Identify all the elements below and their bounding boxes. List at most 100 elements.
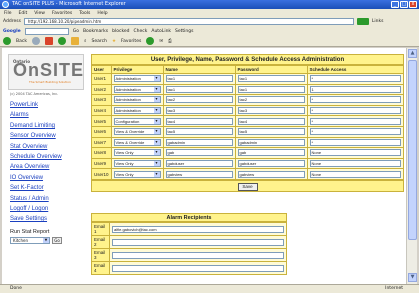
back-label[interactable]: Back bbox=[16, 39, 27, 44]
email-field[interactable] bbox=[112, 238, 284, 246]
schedule-access-input[interactable]: 1 bbox=[309, 85, 401, 93]
email-field[interactable] bbox=[112, 264, 284, 272]
password-input[interactable]: tac1 bbox=[237, 75, 305, 83]
chevron-down-icon: ▼ bbox=[153, 139, 160, 145]
links-label[interactable]: Links bbox=[372, 19, 384, 24]
privilege-select[interactable]: View & Override ▼ bbox=[113, 128, 161, 136]
email-field[interactable]: alfie.gabovich@tac.com bbox=[112, 225, 284, 233]
email-field[interactable] bbox=[112, 251, 284, 259]
menu-edit[interactable]: Edit bbox=[19, 11, 28, 16]
home-icon[interactable] bbox=[70, 37, 79, 45]
alarm-recipient-row: Email 2 bbox=[91, 235, 287, 249]
name-input[interactable]: tac4 bbox=[165, 117, 233, 125]
forward-icon[interactable] bbox=[31, 37, 40, 45]
nav-powerlink[interactable]: PowerLink bbox=[8, 100, 84, 110]
chevron-down-icon: ▼ bbox=[153, 161, 160, 167]
back-icon[interactable] bbox=[3, 37, 11, 45]
name-input[interactable]: tac1 bbox=[165, 75, 233, 83]
nav-save-settings[interactable]: Save Settings bbox=[8, 214, 84, 224]
name-input[interactable]: tac3 bbox=[165, 107, 233, 115]
mail-icon[interactable]: ✉ bbox=[159, 39, 163, 44]
password-input[interactable]: tac1 bbox=[237, 85, 305, 93]
nav-alarms[interactable]: Alarms bbox=[8, 110, 84, 120]
schedule-access-input[interactable]: * bbox=[309, 138, 401, 146]
nav-logoff-logon[interactable]: Logoff / Logon bbox=[8, 204, 84, 214]
google-search-input[interactable] bbox=[24, 27, 69, 35]
menu-file[interactable]: File bbox=[4, 11, 12, 16]
search-label[interactable]: Search bbox=[91, 39, 106, 44]
schedule-access-input[interactable]: * bbox=[309, 117, 401, 125]
privilege-select[interactable]: Administration ▼ bbox=[113, 107, 161, 115]
stop-icon[interactable] bbox=[44, 37, 53, 45]
schedule-access-input[interactable]: * bbox=[309, 96, 401, 104]
password-input[interactable]: gabadmin bbox=[237, 138, 305, 146]
password-input[interactable]: gabduser bbox=[237, 160, 305, 168]
nav-stat-overview[interactable]: Stat Overview bbox=[8, 142, 84, 152]
privilege-select[interactable]: Administration ▼ bbox=[113, 96, 161, 104]
name-input[interactable]: gabduser bbox=[165, 160, 233, 168]
privilege-select[interactable]: View Only ▼ bbox=[113, 149, 161, 157]
bookmarks-button[interactable]: Bookmarks bbox=[83, 29, 108, 34]
schedule-access-input[interactable]: * bbox=[309, 107, 401, 115]
nav-io-overview[interactable]: IO Overview bbox=[8, 173, 84, 183]
schedule-access-input[interactable]: None bbox=[309, 149, 401, 157]
autolink-button[interactable]: AutoLink bbox=[151, 29, 171, 34]
scroll-up-icon[interactable]: ▲ bbox=[408, 49, 417, 58]
name-input[interactable]: gabadmin bbox=[165, 138, 233, 146]
name-input[interactable]: gab bbox=[165, 149, 233, 157]
media-icon[interactable] bbox=[146, 37, 155, 45]
password-input[interactable]: tac5 bbox=[237, 128, 305, 136]
user-id-cell: User9 bbox=[91, 157, 112, 170]
menu-tools[interactable]: Tools bbox=[79, 11, 90, 16]
schedule-access-input[interactable]: * bbox=[309, 128, 401, 136]
save-button[interactable]: Save bbox=[237, 182, 258, 191]
privilege-select[interactable]: Administration ▼ bbox=[113, 75, 161, 83]
privilege-select[interactable]: Administration ▼ bbox=[113, 85, 161, 93]
table-row: User10 View Only ▼ gabview gabview None bbox=[91, 168, 405, 180]
search-icon[interactable]: ⌕ bbox=[84, 38, 87, 44]
address-input[interactable]: http://192.168.10.20/pipeadmin.htm bbox=[23, 18, 354, 25]
nav-area-overview[interactable]: Area Overview bbox=[8, 162, 84, 172]
run-report-select[interactable]: Kitchen ▼ bbox=[10, 236, 50, 244]
password-input[interactable]: tac4 bbox=[237, 117, 305, 125]
settings-button[interactable]: Settings bbox=[175, 29, 193, 34]
scroll-down-icon[interactable]: ▼ bbox=[408, 273, 417, 282]
print-icon[interactable]: ⎙ bbox=[168, 38, 172, 44]
popup-blocked-label[interactable]: blocked bbox=[112, 29, 129, 34]
run-report-go-button[interactable]: Go bbox=[52, 236, 62, 244]
scroll-thumb[interactable] bbox=[408, 60, 417, 240]
nav-set-k-factor[interactable]: Set K-Factor bbox=[8, 183, 84, 193]
schedule-access-input[interactable]: None bbox=[309, 160, 401, 168]
password-input[interactable]: tac3 bbox=[237, 107, 305, 115]
name-input[interactable]: gabview bbox=[165, 170, 233, 178]
nav-sensor-overview[interactable]: Sensor Overview bbox=[8, 131, 84, 141]
password-input[interactable]: gab bbox=[237, 149, 305, 157]
nav-schedule-overview[interactable]: Schedule Overview bbox=[8, 152, 84, 162]
name-input[interactable]: tac1 bbox=[165, 85, 233, 93]
google-go-button[interactable]: Go bbox=[73, 29, 79, 34]
close-button[interactable]: x bbox=[409, 1, 417, 8]
go-button[interactable] bbox=[356, 18, 369, 25]
name-input[interactable]: tac2 bbox=[165, 96, 233, 104]
privilege-select[interactable]: Configuration ▼ bbox=[113, 117, 161, 125]
nav-status-admin[interactable]: Status / Admin bbox=[8, 194, 84, 204]
privilege-select[interactable]: View Only ▼ bbox=[113, 170, 161, 178]
maximize-button[interactable]: □ bbox=[400, 1, 408, 8]
schedule-access-input[interactable]: None bbox=[309, 170, 401, 178]
favorites-label[interactable]: Favorites bbox=[121, 39, 141, 44]
privilege-select[interactable]: View Only ▼ bbox=[113, 160, 161, 168]
privilege-select[interactable]: View & Override ▼ bbox=[113, 138, 161, 146]
nav-demand-limiting[interactable]: Demand Limiting bbox=[8, 121, 84, 131]
vertical-scrollbar[interactable]: ▲ ▼ bbox=[406, 48, 417, 284]
favorites-icon[interactable]: ★ bbox=[112, 39, 116, 44]
password-input[interactable]: gabview bbox=[237, 170, 305, 178]
password-input[interactable]: tac2 bbox=[237, 96, 305, 104]
minimize-button[interactable]: _ bbox=[391, 1, 399, 8]
name-input[interactable]: tac5 bbox=[165, 128, 233, 136]
refresh-icon[interactable] bbox=[57, 37, 66, 45]
schedule-access-input[interactable]: * bbox=[309, 75, 401, 83]
check-button[interactable]: Check bbox=[134, 29, 148, 34]
menu-view[interactable]: View bbox=[34, 11, 45, 16]
menu-help[interactable]: Help bbox=[97, 11, 107, 16]
menu-favorites[interactable]: Favorites bbox=[52, 11, 72, 16]
